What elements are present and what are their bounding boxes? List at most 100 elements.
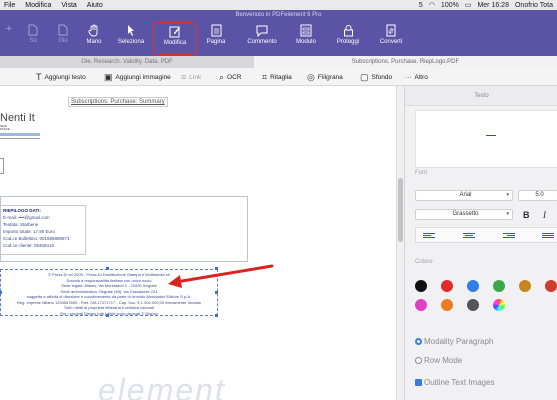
edit-label: Modifica <box>163 40 187 46</box>
page-down-button[interactable]: Giù <box>48 22 78 54</box>
link-button[interactable]: ≡ Link <box>181 71 201 83</box>
edit-button[interactable]: Modifica <box>153 22 197 55</box>
vertical-scrollbar[interactable] <box>396 86 404 400</box>
tab-research[interactable]: Gle. Research. Validity. Data. PDF <box>0 56 254 68</box>
battery-level[interactable]: 100% <box>441 2 459 9</box>
hand-label: Mano <box>86 39 102 45</box>
clock[interactable]: Mer 16:28 <box>477 2 509 9</box>
form-button[interactable]: Modulo <box>287 22 325 54</box>
menu-file[interactable]: File <box>4 2 15 9</box>
page-title[interactable]: Subscriptions: Purchase: Summary <box>68 97 168 107</box>
summary-heading: RIEPILOGO DATI: <box>3 208 41 213</box>
menu-aiuto[interactable]: Aiuto <box>87 2 103 9</box>
font-family-value: Arial <box>459 192 472 198</box>
brand-name[interactable]: Nenti It <box>0 112 35 124</box>
status-area: 5 ◠ 100% ▭ Mer 16:28 Onofrio Tota <box>419 0 553 10</box>
add-image-label: Aggiungi immagine <box>115 73 171 81</box>
add-text-button[interactable]: T Aggiungi testo <box>36 71 86 83</box>
align-justify-button[interactable] <box>542 229 557 242</box>
app-badge[interactable]: 5 <box>419 2 423 9</box>
edit-toolbar: T Aggiungi testo ▣ Aggiungi immagine ≡ L… <box>0 68 557 86</box>
align-left-button[interactable] <box>423 229 443 242</box>
tab-subscriptions[interactable]: Subscriptions. Purchase. RiepLogo.PDF <box>254 56 557 68</box>
color-swatch-green[interactable] <box>493 280 505 292</box>
add-image-button[interactable]: ▣ Aggiungi immagine <box>104 71 171 83</box>
watermark-label: Filigrana <box>317 73 343 81</box>
color-wheel-icon[interactable] <box>493 299 505 311</box>
resize-handle[interactable] <box>0 291 2 294</box>
crop-button[interactable]: ⌗ Ritaglia <box>262 71 292 83</box>
ocr-button[interactable]: ⌕ OCR <box>219 71 242 83</box>
chevron-down-icon: ▾ <box>506 211 509 217</box>
text-icon: T <box>36 72 42 82</box>
color-swatch-black[interactable] <box>415 280 427 292</box>
user-name[interactable]: Onofrio Tota <box>515 2 553 9</box>
crop-icon: ⌗ <box>262 71 268 82</box>
protect-button[interactable]: Proteggi <box>329 22 367 54</box>
lock-icon <box>343 25 353 37</box>
italic-button[interactable]: I <box>543 210 546 220</box>
color-swatch-orange-brown[interactable] <box>519 280 531 292</box>
font-size-select[interactable]: 5.0 <box>518 190 557 201</box>
menu-vista[interactable]: Vista <box>61 2 76 9</box>
wifi-icon[interactable]: ◠ <box>429 1 435 9</box>
outline-text-label: Outline Text Images <box>424 378 495 387</box>
convert-label: Converti <box>379 39 403 45</box>
page-button[interactable]: Pagina <box>197 22 235 54</box>
select-button[interactable]: Seleziona <box>112 22 150 54</box>
align-right-button[interactable] <box>503 229 523 242</box>
hand-button[interactable]: Mano <box>75 22 113 54</box>
watermark-text: element <box>98 372 226 400</box>
crop-label: Ritaglia <box>270 73 292 81</box>
link-icon: ≡ <box>181 72 187 82</box>
font-style-select[interactable]: Grassetto ▾ <box>415 209 513 220</box>
scrollbar-thumb[interactable] <box>398 178 403 242</box>
summary-line: Importo totale: 17,90 Euro <box>3 229 56 234</box>
color-swatch-red[interactable] <box>441 280 453 292</box>
page-label: Pagina <box>206 39 226 45</box>
page-canvas[interactable]: Subscriptions: Purchase: Summary Nenti I… <box>0 86 396 400</box>
watermark-icon: ◎ <box>307 71 315 82</box>
font-size-value: 5.0 <box>535 192 544 198</box>
paragraph-mode-option[interactable]: Modality Paragraph <box>415 337 493 346</box>
chevron-down-icon: ▾ <box>506 192 509 198</box>
convert-button[interactable]: Converti <box>372 22 410 54</box>
resize-handle[interactable] <box>106 267 109 270</box>
align-center-button[interactable] <box>463 229 483 242</box>
resize-handle[interactable] <box>215 314 218 317</box>
preview-sample <box>486 135 496 136</box>
watermark-button[interactable]: ◎ Filigrana <box>307 71 343 83</box>
background-label: Sfondo <box>371 73 393 81</box>
brand-subtitle[interactable]: NEW PASSE <box>0 125 10 131</box>
summary-box[interactable]: RIEPILOGO DATI: E-mail: ••••@gmail.com T… <box>0 196 248 262</box>
page-up-label: Sù <box>29 38 37 44</box>
properties-panel: Testo Font Arial ▾ 5.0 Grassetto ▾ B I C… <box>404 86 557 400</box>
ocr-icon: ⌕ <box>219 71 225 82</box>
panel-tab-text[interactable]: Testo <box>405 86 557 106</box>
form-label: Modulo <box>296 39 316 45</box>
color-swatch-dark-gray[interactable] <box>467 299 479 311</box>
text-field-fragment[interactable] <box>0 158 4 174</box>
resize-handle[interactable] <box>106 314 109 317</box>
image-icon: ▣ <box>104 71 113 82</box>
background-button[interactable]: ▢ Sfondo <box>360 71 392 83</box>
summary-data[interactable]: RIEPILOGO DATI: E-mail: ••••@gmail.com T… <box>1 205 86 255</box>
checkbox-checked-icon <box>415 379 422 386</box>
bold-button[interactable]: B <box>523 210 530 220</box>
row-mode-option[interactable]: Row Mode <box>415 356 462 365</box>
row-mode-label: Row Mode <box>424 356 463 365</box>
color-swatch-dark-red[interactable] <box>545 280 557 292</box>
more-button[interactable]: ··· Altro <box>405 71 428 83</box>
comment-button[interactable]: Commento <box>240 22 284 54</box>
outline-text-option[interactable]: Outline Text Images <box>415 378 495 387</box>
color-swatch-blue[interactable] <box>467 280 479 292</box>
footer-line: Per i prodotti Disney tutti i diritti so… <box>60 310 158 316</box>
comment-icon <box>256 25 268 37</box>
add-button[interactable]: + <box>0 22 18 54</box>
menu-modifica[interactable]: Modifica <box>25 2 51 9</box>
font-family-select[interactable]: Arial ▾ <box>415 190 513 201</box>
summary-line: Cod.ce cliente: 06469415 <box>3 243 55 248</box>
color-swatch-orange[interactable] <box>441 299 453 311</box>
color-swatch-magenta[interactable] <box>415 299 427 311</box>
page-up-button[interactable]: Sù <box>18 22 48 54</box>
